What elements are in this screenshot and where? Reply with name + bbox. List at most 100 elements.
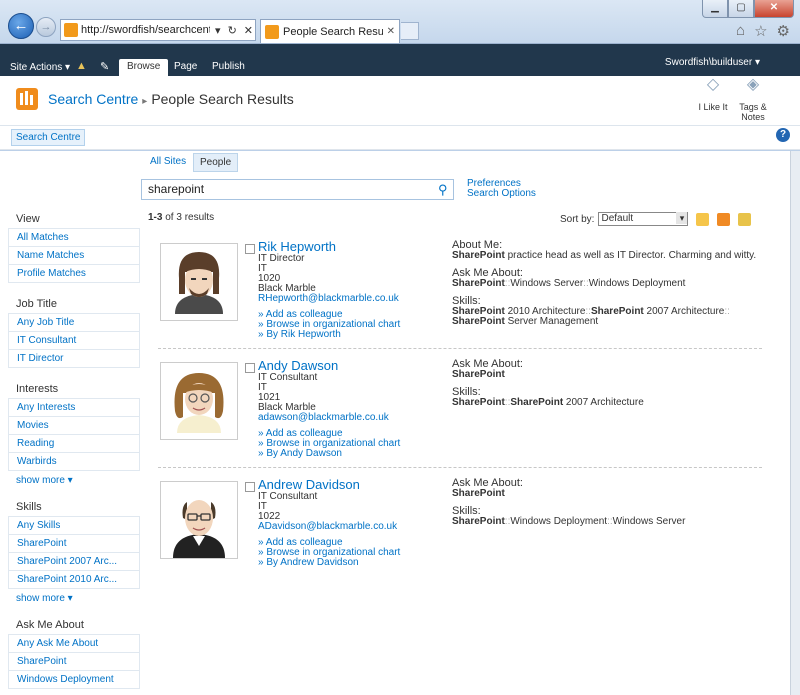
refiner-skill-sp2007[interactable]: SharePoint 2007 Arc...	[8, 553, 140, 571]
interests-show-more[interactable]: show more ▾	[8, 471, 140, 490]
refiner-all-matches[interactable]: All Matches	[8, 228, 140, 247]
tags-icon: ◈	[746, 76, 760, 93]
navigate-up-icon[interactable]: ▲	[76, 60, 88, 72]
tags-notes-button[interactable]: ◈ Tags & Notes	[736, 76, 770, 123]
favorites-star-icon[interactable]: ☆	[754, 22, 767, 40]
refiner-skill-sharepoint[interactable]: SharePoint	[8, 535, 140, 553]
profile-photo[interactable]	[160, 481, 238, 559]
address-dropdown-icon[interactable]: ▾	[213, 24, 223, 37]
about-me-text: SharePoint practice head as well as IT D…	[452, 250, 757, 261]
tab-publish[interactable]: Publish	[204, 59, 253, 76]
refiner-job-title-heading: Job Title	[16, 298, 57, 310]
person-dept: IT	[258, 263, 267, 274]
tab-page[interactable]: Page	[166, 59, 205, 76]
back-icon[interactable]: ←	[8, 13, 34, 39]
profile-photo[interactable]	[160, 243, 238, 321]
title-area: Search Centre ▸ People Search Results ◇ I …	[0, 76, 800, 126]
tools-gear-icon[interactable]: ⚙	[777, 22, 790, 40]
tab-close-icon[interactable]: ✕	[387, 26, 395, 37]
maximize-icon[interactable]: ▢	[728, 0, 754, 18]
rss-icon[interactable]	[717, 212, 731, 226]
help-icon[interactable]: ?	[776, 128, 790, 142]
results-range: 1-3	[148, 212, 163, 223]
person-about: Ask Me About: SharePoint Skills: SharePo…	[452, 477, 772, 527]
skills-show-more[interactable]: show more ▾	[8, 589, 140, 608]
vertical-scrollbar[interactable]	[790, 151, 800, 695]
tab-browse[interactable]: Browse	[119, 59, 169, 76]
select-checkbox[interactable]	[245, 244, 255, 254]
tags-notes-label: Tags & Notes	[739, 102, 767, 122]
sort-select[interactable]: Default	[598, 212, 689, 226]
skills-text: SharePoint::SharePoint 2007 Architecture	[452, 397, 644, 408]
refiner-reading[interactable]: Reading	[8, 435, 140, 453]
refiner-ask-sharepoint[interactable]: SharePoint	[8, 653, 140, 671]
refiner-ask-windows-deployment[interactable]: Windows Deployment	[8, 671, 140, 689]
profile-photo[interactable]	[160, 362, 238, 440]
refiner-skills-heading: Skills	[16, 501, 42, 513]
i-like-it-button[interactable]: ◇ I Like It	[696, 77, 730, 113]
person-actions: » Add as colleague » Browse in organizat…	[258, 310, 448, 340]
results-total: of 3 results	[165, 212, 215, 223]
browser-tab[interactable]: People Search Results: shar... ✕	[260, 19, 400, 43]
ask-me-about-text: SharePoint::Windows Server::Windows Depl…	[452, 278, 686, 289]
person-about: Ask Me About: SharePoint Skills: SharePo…	[452, 358, 772, 408]
refiner-warbirds[interactable]: Warbirds	[8, 453, 140, 471]
person-title: IT Consultant	[258, 372, 318, 383]
person-email-link[interactable]: RHepworth@blackmarble.co.uk	[258, 293, 399, 304]
stop-icon[interactable]: ✕	[242, 24, 255, 37]
person-dept: IT	[258, 382, 267, 393]
site-logo-icon[interactable]	[16, 88, 38, 110]
search-icon[interactable]: ⚲	[438, 182, 448, 198]
person-about: About Me: SharePoint practice head as we…	[452, 239, 772, 327]
topnav-search-centre[interactable]: Search Centre	[11, 129, 86, 146]
refiner-it-consultant[interactable]: IT Consultant	[8, 332, 140, 350]
refiner-name-matches[interactable]: Name Matches	[8, 247, 140, 265]
person-name-link[interactable]: Andy Dawson	[258, 358, 338, 373]
person-email-link[interactable]: ADavidson@blackmarble.co.uk	[258, 521, 397, 532]
refresh-icon[interactable]: ↻	[226, 24, 239, 37]
refiner-movies[interactable]: Movies	[8, 417, 140, 435]
by-person-link[interactable]: » By Rik Hepworth	[258, 330, 448, 340]
refiner-view-heading: View	[16, 213, 40, 225]
breadcrumb-site[interactable]: Search Centre	[48, 91, 138, 107]
refiner-profile-matches[interactable]: Profile Matches	[8, 265, 140, 283]
select-checkbox[interactable]	[245, 363, 255, 373]
edit-page-icon[interactable]: ✎	[100, 60, 112, 73]
skills-text: SharePoint::Windows Deployment::Windows …	[452, 516, 686, 527]
person-name-link[interactable]: Andrew Davidson	[258, 477, 360, 492]
person-dept: IT	[258, 501, 267, 512]
scope-all-sites[interactable]: All Sites	[144, 153, 192, 170]
skills-text: SharePoint 2010 Architecture::SharePoint…	[452, 306, 730, 327]
person-info: Andrew Davidson IT Consultant IT 1022 AD…	[258, 477, 448, 568]
select-checkbox[interactable]	[245, 482, 255, 492]
refiner-it-director[interactable]: IT Director	[8, 350, 140, 368]
search-action-icon[interactable]	[738, 212, 752, 226]
search-links: Preferences Search Options	[467, 179, 536, 199]
refiner-ask-me-about-heading: Ask Me About	[16, 619, 84, 631]
address-bar[interactable]: http://swordfish/searchcentre/ ▾ ↻ ✕	[60, 19, 256, 41]
close-icon[interactable]: ✕	[754, 0, 794, 18]
refiner-any-interests[interactable]: Any Interests	[8, 398, 140, 417]
person-name-link[interactable]: Rik Hepworth	[258, 239, 336, 254]
search-options-link[interactable]: Search Options	[467, 189, 536, 199]
refiner-any-skills[interactable]: Any Skills	[8, 516, 140, 535]
by-person-link[interactable]: » By Andrew Davidson	[258, 558, 448, 568]
refiner-any-job-title[interactable]: Any Job Title	[8, 313, 140, 332]
person-info: Andy Dawson IT Consultant IT 1021 Black …	[258, 358, 448, 459]
ask-me-about-text: SharePoint	[452, 369, 505, 380]
minimize-icon[interactable]: ▁	[702, 0, 728, 18]
by-person-link[interactable]: » By Andy Dawson	[258, 449, 448, 459]
scope-people[interactable]: People	[193, 153, 239, 172]
search-input[interactable]: sharepoint	[141, 179, 454, 200]
person-email-link[interactable]: adawson@blackmarble.co.uk	[258, 412, 389, 423]
forward-icon[interactable]: →	[36, 17, 56, 37]
result-item: Rik Hepworth IT Director IT 1020 Black M…	[158, 239, 762, 349]
user-menu[interactable]: Swordfish\builduser ▾	[665, 57, 760, 68]
new-tab-button[interactable]	[401, 22, 419, 40]
refiner-any-ask-me-about[interactable]: Any Ask Me About	[8, 634, 140, 653]
alert-me-icon[interactable]	[696, 212, 710, 226]
home-icon[interactable]: ⌂	[736, 22, 745, 40]
refiner-skill-sp2010[interactable]: SharePoint 2010 Arc...	[8, 571, 140, 589]
address-url[interactable]: http://swordfish/searchcentre/	[81, 24, 210, 36]
site-actions-menu[interactable]: Site Actions ▾	[10, 62, 70, 73]
